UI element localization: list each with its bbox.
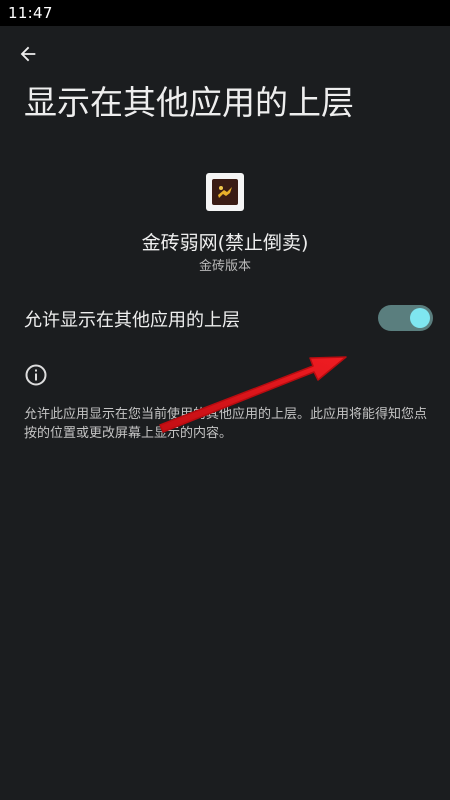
toggle-thumb	[410, 308, 430, 328]
permission-description: 允许此应用显示在您当前使用的其他应用的上层。此应用将能得知您点按的位置或更改屏幕…	[24, 407, 428, 441]
back-button[interactable]	[12, 38, 44, 70]
overlay-permission-toggle[interactable]	[378, 305, 433, 331]
status-time: 11:47	[8, 4, 53, 22]
app-version: 金砖版本	[198, 259, 251, 274]
info-icon	[25, 364, 47, 386]
app-name: 金砖弱网(禁止倒卖)	[141, 232, 309, 254]
arrow-left-icon	[20, 46, 36, 62]
status-bar: 11:47	[0, 0, 450, 26]
app-icon	[206, 173, 244, 211]
screen: 11:47 显示在其他应用的上层 金砖弱网(禁止倒卖) 金砖版本 允许显示在其他…	[0, 0, 450, 800]
app-logo-icon	[212, 179, 238, 205]
page-title: 显示在其他应用的上层	[24, 83, 354, 122]
overlay-permission-row[interactable]: 允许显示在其他应用的上层	[0, 296, 450, 342]
overlay-permission-label: 允许显示在其他应用的上层	[24, 310, 240, 331]
